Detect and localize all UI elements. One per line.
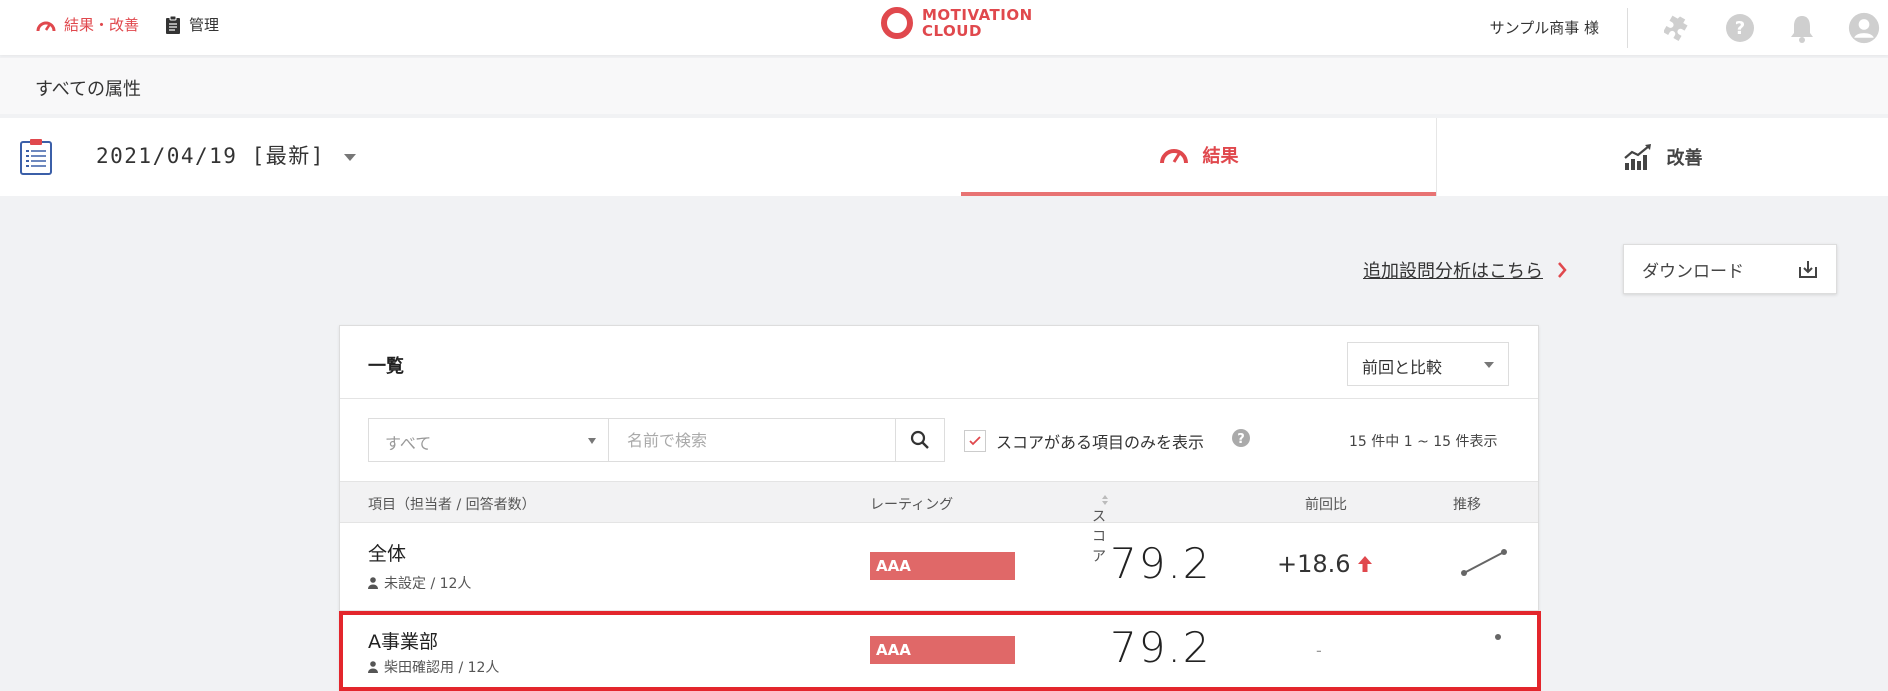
- company-name: サンプル商事 様: [1489, 19, 1599, 37]
- tab-result[interactable]: 結果: [961, 118, 1436, 196]
- panel-title: 一覧: [368, 356, 404, 377]
- filter-select-value: すべて: [385, 434, 432, 453]
- tab-improve-label: 改善: [1666, 148, 1703, 169]
- survey-tab-bar: 2021/04/19 [最新] 結果 改善: [0, 118, 1888, 196]
- row-sub: 柴田確認用 / 12人: [368, 657, 499, 677]
- trend-sparkline[interactable]: [1460, 547, 1508, 577]
- chevron-down-icon: [1484, 362, 1494, 368]
- filter-select[interactable]: すべて: [368, 418, 608, 462]
- row-score: 79.2: [1110, 623, 1212, 672]
- row-sub: 未設定 / 12人: [368, 573, 471, 593]
- row-score: 79.2: [1110, 539, 1212, 588]
- row-diff-value: +18.6: [1277, 550, 1351, 578]
- column-score[interactable]: スコア: [1092, 494, 1110, 565]
- row-diff: +18.6: [1277, 550, 1373, 578]
- logo-line-2: CLOUD: [922, 22, 982, 40]
- clipboard-icon: [166, 15, 181, 34]
- search-input[interactable]: [608, 418, 896, 462]
- nav-divider: [1627, 7, 1628, 48]
- attribute-bar: すべての属性: [0, 58, 1888, 114]
- nav-right: サンプル商事 様 ?: [1490, 0, 1888, 55]
- row-name[interactable]: A事業部: [368, 627, 438, 654]
- chevron-down-icon: [588, 438, 596, 444]
- download-label: ダウンロード: [1642, 261, 1744, 282]
- table-header: 項目（担当者 / 回答者数） レーティング スコア 前回比 推移: [340, 481, 1538, 565]
- column-trend: 推移: [1453, 497, 1481, 513]
- column-diff: 前回比: [1305, 497, 1347, 513]
- additional-analysis-link[interactable]: 追加設問分析はこちら: [1363, 257, 1567, 283]
- gauge-icon: [1159, 149, 1188, 164]
- bell-icon[interactable]: [1786, 12, 1818, 44]
- gauge-icon: [36, 21, 56, 31]
- trend-sparkline[interactable]: [1460, 623, 1508, 653]
- help-icon[interactable]: ?: [1724, 12, 1756, 44]
- table-row[interactable]: 全体 未設定 / 12人 AAA 79.2 +18.6: [340, 523, 1538, 611]
- person-icon: [368, 661, 378, 673]
- person-icon: [368, 577, 378, 589]
- logo-line-1: MOTIVATION: [922, 6, 1033, 24]
- score-only-checkbox[interactable]: [964, 430, 986, 452]
- nav-results-link[interactable]: 結果・改善: [36, 14, 139, 35]
- nav-results-label: 結果・改善: [64, 16, 140, 34]
- list-panel: 一覧 前回と比較 すべて スコアがある項目のみを表示 ? 15 件中 1 ~ 1…: [339, 325, 1539, 691]
- nav-manage-link[interactable]: 管理: [165, 14, 219, 35]
- chart-up-icon: [1623, 144, 1651, 170]
- attribute-label[interactable]: すべての属性: [35, 75, 141, 101]
- download-icon: [1799, 261, 1817, 278]
- logo-text: MOTIVATION CLOUD: [922, 7, 1033, 39]
- analysis-link-label: 追加設問分析はこちら: [1363, 261, 1543, 282]
- chevron-right-icon: [1558, 262, 1567, 278]
- svg-text:?: ?: [1237, 432, 1245, 447]
- column-item: 項目（担当者 / 回答者数）: [368, 497, 536, 513]
- row-diff-value: -: [1316, 641, 1322, 660]
- search-icon: [910, 430, 929, 449]
- row-sub-text: 未設定 / 12人: [384, 576, 472, 592]
- tab-result-label: 結果: [1202, 146, 1239, 167]
- user-icon[interactable]: [1848, 12, 1880, 44]
- score-only-label[interactable]: スコアがある項目のみを表示: [996, 429, 1204, 453]
- nav-manage-label: 管理: [189, 16, 220, 34]
- tab-improve[interactable]: 改善: [1436, 118, 1888, 196]
- result-count: 15 件中 1 ~ 15 件表示: [1349, 434, 1498, 450]
- compare-select-value: 前回と比較: [1362, 358, 1443, 377]
- logo-ring-icon: [881, 7, 913, 39]
- row-sub-text: 柴田確認用 / 12人: [384, 660, 500, 676]
- download-button[interactable]: ダウンロード: [1623, 244, 1837, 294]
- survey-date-select[interactable]: 2021/04/19 [最新]: [96, 140, 325, 170]
- checkmark-icon: [969, 436, 981, 446]
- help-icon[interactable]: ?: [1231, 428, 1251, 448]
- clipboard-list-icon: [20, 139, 52, 175]
- motivation-cloud-logo[interactable]: MOTIVATION CLOUD: [880, 6, 1033, 40]
- compare-select[interactable]: 前回と比較: [1347, 342, 1509, 386]
- search-button[interactable]: [895, 418, 945, 462]
- column-rating: レーティング: [870, 497, 954, 513]
- panel-divider: [340, 398, 1538, 399]
- top-navigation: 結果・改善 管理 MOTIVATION CLOUD サンプル商事 様 ?: [0, 0, 1888, 55]
- svg-text:?: ?: [1735, 18, 1745, 39]
- row-name[interactable]: 全体: [368, 539, 406, 566]
- table-row[interactable]: A事業部 柴田確認用 / 12人 AAA 79.2 -: [340, 611, 1538, 691]
- nav-left: 結果・改善 管理: [36, 14, 245, 35]
- arrow-up-icon: [1357, 556, 1372, 572]
- puzzle-icon[interactable]: [1662, 12, 1694, 44]
- chevron-down-icon[interactable]: [344, 154, 356, 161]
- sort-icon: [1102, 495, 1108, 505]
- rating-bar: AAA: [870, 552, 1015, 580]
- rating-bar: AAA: [870, 636, 1015, 664]
